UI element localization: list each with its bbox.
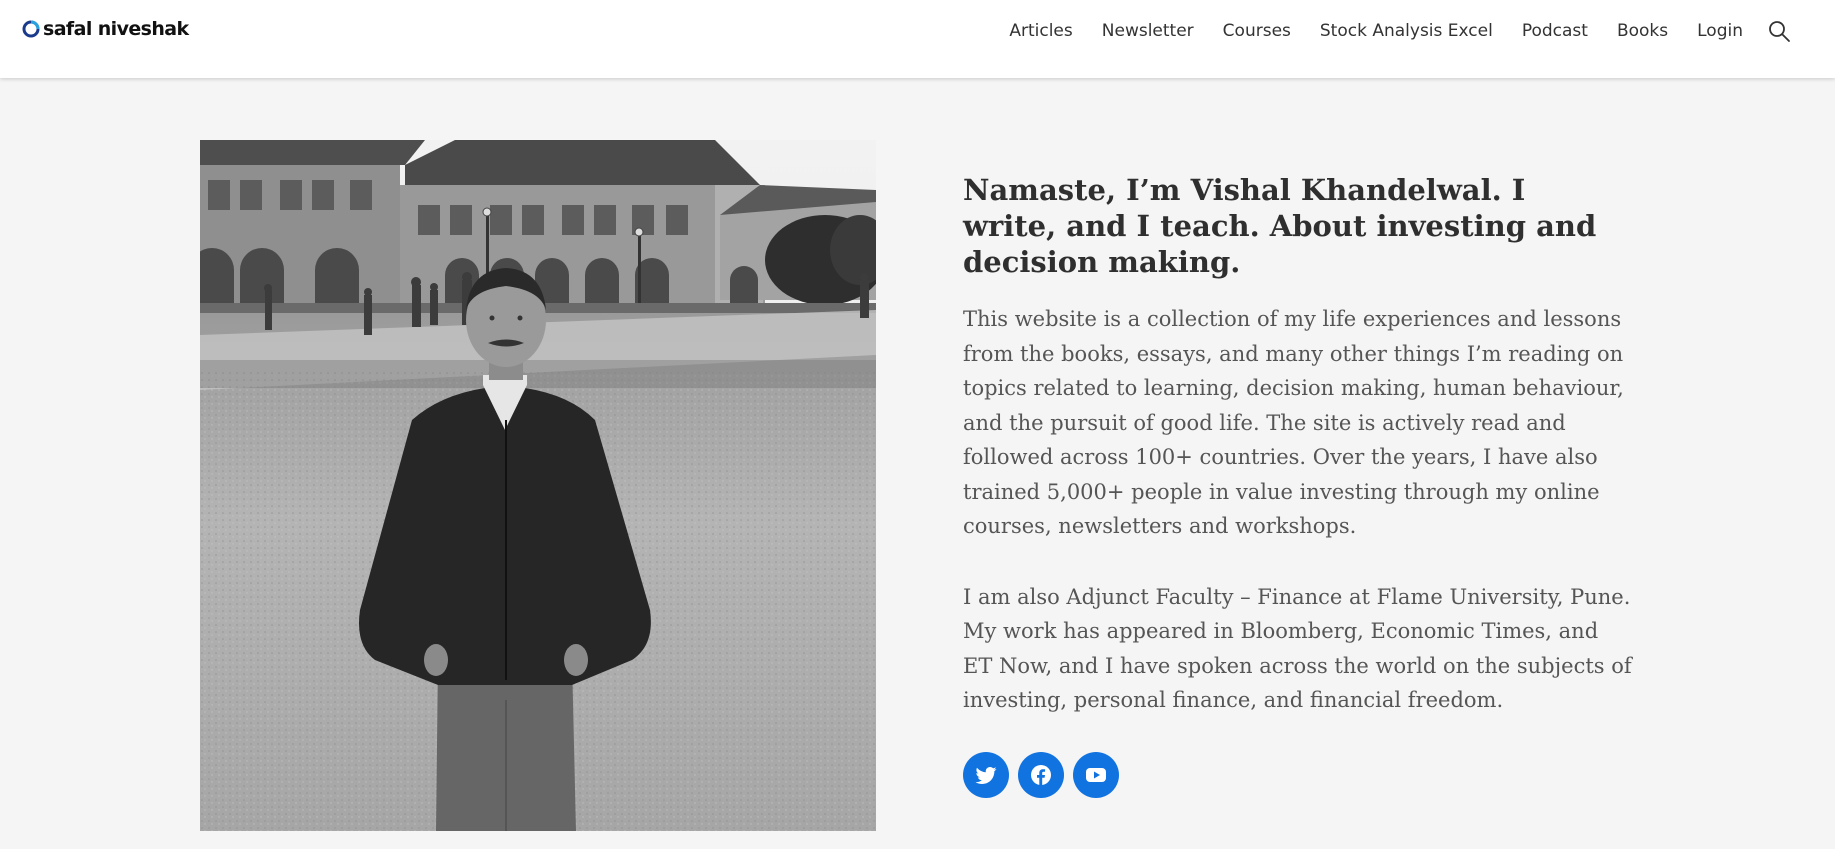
social-links <box>963 751 1663 798</box>
main-nav: Articles Newsletter Courses Stock Analys… <box>980 19 1791 43</box>
nav-newsletter[interactable]: Newsletter <box>1102 21 1194 41</box>
nav-courses[interactable]: Courses <box>1223 21 1291 41</box>
portrait-photo <box>200 140 876 831</box>
facebook-icon[interactable] <box>1018 751 1064 798</box>
nav-stock-analysis-excel[interactable]: Stock Analysis Excel <box>1320 21 1493 41</box>
bio-paragraph: I am also Adjunct Faculty – Finance at F… <box>963 584 1632 713</box>
site-logo[interactable]: safal niveshak <box>22 18 189 40</box>
site-header: safal niveshak Articles Newsletter Cours… <box>0 0 1835 78</box>
logo-text: safal niveshak <box>43 18 189 40</box>
page-title: Namaste, I’m Vishal Khandelwal. I write,… <box>963 173 1597 279</box>
twitter-icon[interactable] <box>963 751 1009 798</box>
search-icon[interactable] <box>1767 19 1791 43</box>
about-section: Namaste, I’m Vishal Khandelwal. I write,… <box>963 172 1663 798</box>
nav-articles[interactable]: Articles <box>1009 21 1072 41</box>
nav-login[interactable]: Login <box>1697 21 1743 41</box>
nav-podcast[interactable]: Podcast <box>1522 21 1588 41</box>
logo-mark-icon <box>22 20 40 38</box>
youtube-icon[interactable] <box>1073 751 1119 798</box>
intro-paragraph: This website is a collection of my life … <box>963 307 1624 538</box>
nav-books[interactable]: Books <box>1617 21 1668 41</box>
